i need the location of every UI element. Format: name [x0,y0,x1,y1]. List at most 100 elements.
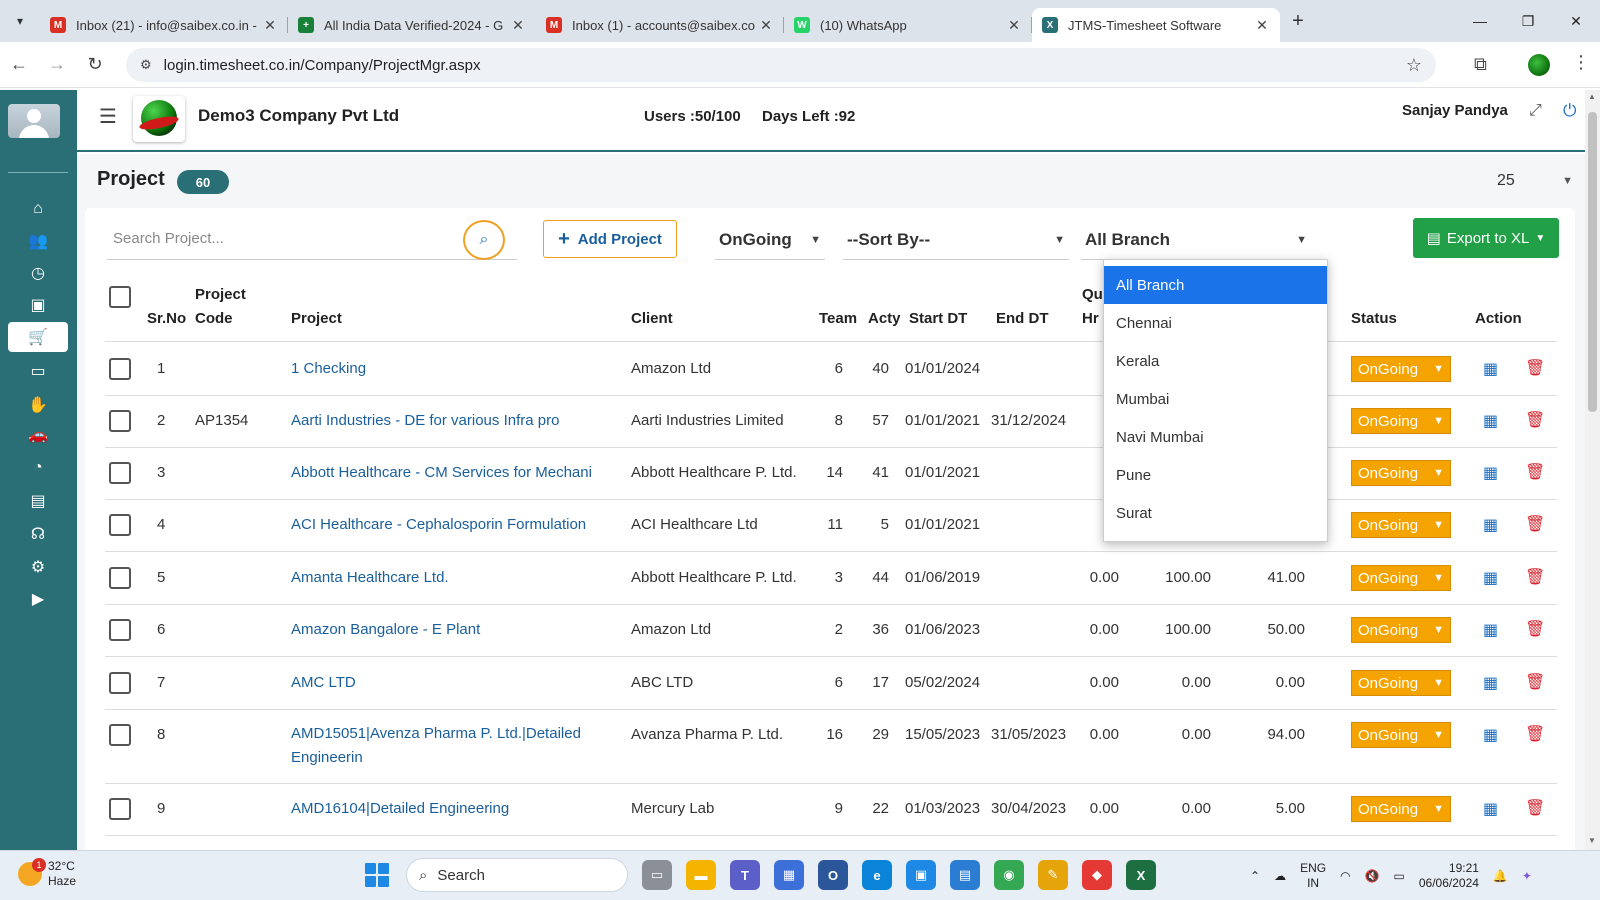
sort-by-select[interactable]: --Sort By-- ▼ [843,220,1069,260]
project-link[interactable]: AMD15051|Avenza Pharma P. Ltd.|Detailed … [291,722,591,770]
status-select[interactable]: OnGoing ▼ [1351,565,1451,591]
calendar-icon[interactable]: ▦ [1483,673,1498,693]
calendar-icon[interactable]: ▦ [1483,620,1498,640]
calendar-icon[interactable]: ▦ [1483,725,1498,745]
add-project-button[interactable]: + Add Project [543,220,677,258]
profile-avatar[interactable] [1528,54,1550,76]
photos-icon[interactable]: ▣ [906,860,936,890]
bookmark-star-icon[interactable]: ☆ [1406,55,1422,76]
branch-option[interactable]: Navi Mumbai [1104,418,1327,456]
close-window-icon[interactable]: ✕ [1552,0,1600,42]
browser-tab[interactable]: X JTMS-Timesheet Software ✕ [1032,8,1280,42]
project-link[interactable]: 1 Checking [291,360,366,377]
back-icon[interactable]: ← [0,54,38,75]
scrollbar-thumb[interactable] [1588,112,1597,412]
col-project[interactable]: Project [291,310,342,327]
laptop-icon[interactable]: ▭ [8,356,68,386]
calendar-icon[interactable]: ▦ [1483,799,1498,819]
tab-close-icon[interactable]: ✕ [262,17,278,34]
hamburger-menu-icon[interactable]: ☰ [99,104,117,129]
browser-menu-icon[interactable]: ⋮ [1572,52,1590,73]
support-icon[interactable]: ☊ [8,519,68,549]
restore-icon[interactable]: ❐ [1504,0,1552,42]
id-badge-icon[interactable]: ▤ [8,486,68,516]
excel-icon[interactable]: X [1126,860,1156,890]
col-client[interactable]: Client [631,310,673,327]
tab-search-icon[interactable]: ▾ [0,0,40,42]
browser-tab[interactable]: M Inbox (21) - info@saibex.co.in - ✕ [40,8,288,42]
scroll-down-icon[interactable]: ▼ [1588,836,1596,845]
status-select[interactable]: OnGoing ▼ [1351,408,1451,434]
row-checkbox[interactable] [109,619,131,641]
project-link[interactable]: Abbott Healthcare - CM Services for Mech… [291,464,592,481]
site-info-icon[interactable]: ⚙ [140,57,152,73]
username[interactable]: Sanjay Pandya [1402,102,1508,119]
search-input[interactable] [107,230,447,247]
wifi-icon[interactable]: ◠ [1340,869,1350,883]
status-select[interactable]: OnGoing ▼ [1351,617,1451,643]
clock[interactable]: 19:21 06/06/2024 [1419,861,1479,891]
home-icon[interactable]: ⌂ [8,194,68,224]
video-icon[interactable]: ▶ [8,584,68,614]
car-icon[interactable]: 🚗 [8,420,68,450]
branch-option[interactable]: Kerala [1104,342,1327,380]
row-checkbox[interactable] [109,514,131,536]
copilot-icon[interactable]: ✦ [1522,869,1532,883]
page-size-select[interactable]: 25 ▼ [1497,172,1573,190]
tab-close-icon[interactable]: ✕ [1254,17,1270,34]
edge-icon[interactable]: e [862,860,892,890]
trash-icon[interactable]: 🗑 [1525,514,1545,534]
scroll-up-icon[interactable]: ▲ [1588,92,1596,101]
notification-bell-icon[interactable]: 🔔 [1493,869,1508,883]
pie-chart-icon[interactable]: ◔ [8,453,68,483]
trash-icon[interactable]: 🗑 [1525,672,1545,692]
tab-close-icon[interactable]: ✕ [758,17,774,34]
project-link[interactable]: Amazon Bangalore - E Plant [291,621,480,638]
forward-icon[interactable]: → [38,54,76,75]
branch-option[interactable]: Surat [1104,494,1327,532]
status-select[interactable]: OnGoing ▼ [1351,356,1451,382]
project-link[interactable]: Aarti Industries - DE for various Infra … [291,412,559,429]
language-indicator[interactable]: ENG IN [1300,861,1326,891]
hand-icon[interactable]: ✋ [8,390,68,420]
file-explorer-icon[interactable]: ▬ [686,860,716,890]
reload-icon[interactable]: ↻ [76,54,114,75]
page-scrollbar[interactable]: ▲ ▼ [1585,90,1600,850]
store-icon[interactable]: ▦ [774,860,804,890]
task-view-icon[interactable]: ▭ [642,860,672,890]
tray-chevron-up-icon[interactable]: ⌃ [1250,869,1260,883]
battery-icon[interactable]: ▭ [1394,869,1405,883]
status-select[interactable]: OnGoing ▼ [1351,722,1451,748]
calendar-icon[interactable]: ▦ [1483,515,1498,535]
tab-close-icon[interactable]: ✕ [1006,17,1022,34]
anydesk-icon[interactable]: ◆ [1082,860,1112,890]
trash-icon[interactable]: 🗑 [1525,462,1545,482]
calendar-icon[interactable]: ▦ [1483,411,1498,431]
new-tab-button[interactable]: + [1280,10,1316,33]
row-checkbox[interactable] [109,358,131,380]
row-checkbox[interactable] [109,672,131,694]
branch-option[interactable]: Mumbai [1104,380,1327,418]
teams-icon[interactable]: T [730,860,760,890]
minimize-icon[interactable]: — [1456,0,1504,42]
chrome-icon[interactable]: ◉ [994,860,1024,890]
browser-tab[interactable]: M Inbox (1) - accounts@saibex.co ✕ [536,8,784,42]
calendar-icon[interactable]: ▦ [1483,568,1498,588]
trash-icon[interactable]: 🗑 [1525,724,1545,744]
export-to-excel-button[interactable]: ▤ Export to XL ▼ [1413,218,1559,258]
contact-card-icon[interactable]: ▣ [8,290,68,320]
project-link[interactable]: AMC LTD [291,674,356,691]
taskbar-search[interactable]: ⌕ Search [406,858,628,892]
select-all-checkbox[interactable] [109,286,131,308]
cart-icon[interactable]: 🛒 [8,322,68,352]
branch-option[interactable]: Chennai [1104,304,1327,342]
browser-tab[interactable]: + All India Data Verified-2024 - G ✕ [288,8,536,42]
search-button[interactable]: ⌕ [463,220,505,260]
notepad-icon[interactable]: ▤ [950,860,980,890]
row-checkbox[interactable] [109,462,131,484]
trash-icon[interactable]: 🗑 [1525,798,1545,818]
project-link[interactable]: ACI Healthcare - Cephalosporin Formulati… [291,516,586,533]
status-filter-select[interactable]: OnGoing ▼ [715,220,825,260]
fullscreen-icon[interactable]: ⤢ [1529,102,1542,120]
calendar-icon[interactable]: ▦ [1483,463,1498,483]
